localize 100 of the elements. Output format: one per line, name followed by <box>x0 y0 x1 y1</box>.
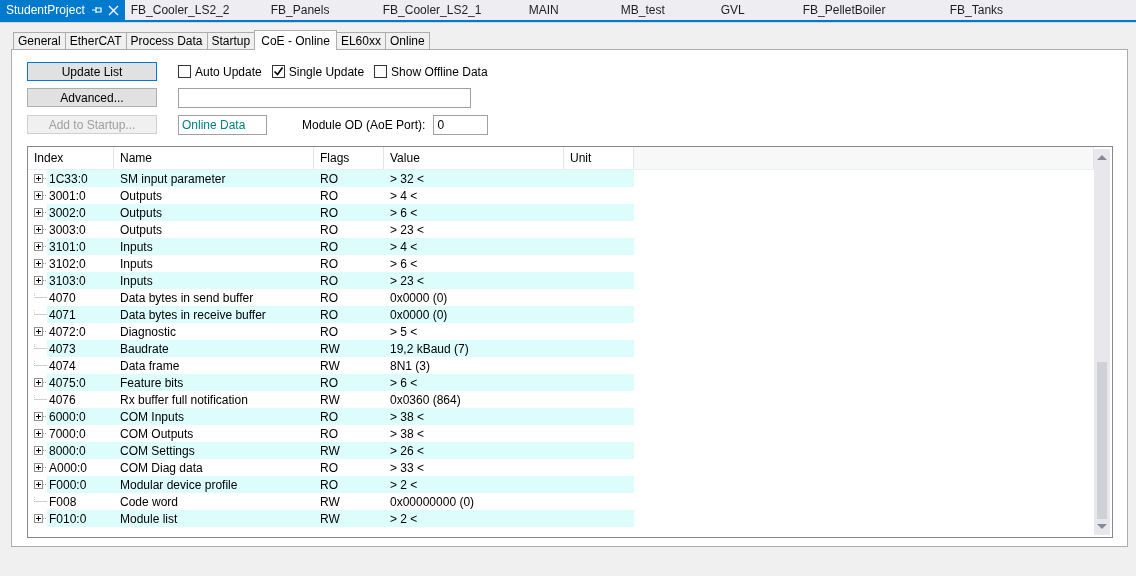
table-cell-text: 4071 <box>48 306 77 323</box>
table-cell-text: RO <box>319 409 339 424</box>
pin-icon[interactable] <box>90 5 102 15</box>
scroll-down-icon[interactable] <box>1096 523 1108 530</box>
expand-icon[interactable] <box>34 242 47 251</box>
scrollbar[interactable] <box>1094 149 1110 535</box>
table-cell-text: 3002:0 <box>48 204 87 221</box>
table-cell-text: F008 <box>48 493 78 510</box>
table-cell-text: Module list <box>119 511 179 526</box>
table-cell-text: RO <box>319 290 339 305</box>
table-cell-text: Inputs <box>119 273 154 288</box>
document-tab[interactable]: FB_Panels <box>264 0 377 20</box>
checkbox[interactable] <box>271 65 285 78</box>
document-tab[interactable]: FB_PelletBoiler <box>796 0 944 20</box>
expand-icon[interactable] <box>34 327 47 336</box>
tab[interactable]: Startup <box>206 32 256 49</box>
table-cell-text: 3001:0 <box>48 187 87 204</box>
expand-icon[interactable] <box>34 259 47 268</box>
expand-icon[interactable] <box>34 225 47 234</box>
table-cell-text: 4073 <box>48 340 77 357</box>
table-cell-text: > 32 < <box>389 171 426 186</box>
table-cell-text: COM Outputs <box>119 426 195 441</box>
table-cell-text: RW <box>319 358 341 373</box>
table-cell-text: > 38 < <box>389 409 426 424</box>
table-cell-text: 4074 <box>48 357 77 374</box>
expand-icon[interactable] <box>34 429 47 438</box>
table-cell-text: 0x0360 (864) <box>389 392 462 407</box>
button[interactable]: Update List <box>27 62 157 81</box>
table-cell-text: Inputs <box>119 239 154 254</box>
expand-icon[interactable] <box>34 174 47 183</box>
table-cell-text: 8N1 (3) <box>389 358 431 373</box>
table-cell-text: RO <box>319 239 339 254</box>
document-tab[interactable]: FB_Tanks <box>943 0 1036 20</box>
button[interactable]: Advanced... <box>27 88 157 107</box>
checkbox[interactable] <box>374 65 388 78</box>
close-icon[interactable] <box>107 4 119 16</box>
checkbox-label: Show Offline Data <box>391 64 488 79</box>
table-cell-text: > 6 < <box>389 375 419 390</box>
table-cell-text: > 2 < <box>389 511 419 526</box>
table-cell-text: COM Inputs <box>119 409 186 424</box>
checkbox[interactable] <box>178 65 191 78</box>
expand-icon[interactable] <box>34 514 47 523</box>
expand-icon[interactable] <box>34 480 47 489</box>
scroll-up-icon[interactable] <box>1096 154 1108 161</box>
table-cell-text: > 4 < <box>389 188 419 203</box>
module-od-field[interactable]: 0 <box>433 115 489 135</box>
table-cell-text: > 23 < <box>389 273 426 288</box>
table-cell-text: Feature bits <box>119 375 185 390</box>
expand-icon[interactable] <box>34 378 47 387</box>
document-tab[interactable]: GVL <box>714 0 797 20</box>
table-cell-text: Data bytes in receive buffer <box>119 307 267 322</box>
document-tab[interactable]: FB_Cooler_LS2_2 <box>124 0 265 20</box>
tab[interactable]: CoE - Online <box>254 30 337 50</box>
table-cell-text: > 4 < <box>389 239 419 254</box>
table-cell-text: 3101:0 <box>48 238 87 255</box>
table-cell-text: RW <box>319 443 341 458</box>
expand-icon[interactable] <box>34 412 47 421</box>
expand-icon[interactable] <box>34 463 47 472</box>
table-cell-text: RO <box>319 222 339 237</box>
expand-icon[interactable] <box>34 276 47 285</box>
table-cell-text: 1C33:0 <box>48 170 89 187</box>
table-cell-text: COM Settings <box>119 443 196 458</box>
document-tab[interactable]: MB_test <box>614 0 715 20</box>
table-cell-text: 7000:0 <box>48 425 87 442</box>
table-cell-text: 8000:0 <box>48 442 87 459</box>
table-cell-text: Outputs <box>119 222 164 237</box>
tab[interactable]: Online <box>384 32 430 49</box>
table-cell-text: F000:0 <box>48 476 88 493</box>
table-cell-text: COM Diag data <box>119 460 204 475</box>
table-cell-text: 0x0000 (0) <box>389 307 449 322</box>
expand-icon[interactable] <box>34 191 47 200</box>
table-cell-text: 4076 <box>48 391 77 408</box>
expand-icon[interactable] <box>34 208 47 217</box>
document-tab[interactable]: FB_Cooler_LS2_1 <box>376 0 523 20</box>
table-cell-text: RW <box>319 494 341 509</box>
expand-icon[interactable] <box>34 446 47 455</box>
document-tab[interactable]: StudentProject <box>0 0 125 20</box>
checkbox-label: Single Update <box>288 64 365 79</box>
table-cell-text: RO <box>319 256 339 271</box>
tab[interactable]: General <box>13 32 66 49</box>
table-cell-text: 0x00000000 (0) <box>389 494 476 509</box>
table-cell-text: RW <box>319 392 341 407</box>
table-cell-text: Baudrate <box>119 341 170 356</box>
table-cell-text: Outputs <box>119 188 164 203</box>
table-cell-text: Modular device profile <box>119 477 239 492</box>
table-cell-text: 4075:0 <box>48 374 87 391</box>
document-tab[interactable]: MAIN <box>522 0 615 20</box>
table-cell-text: Code word <box>119 494 180 509</box>
table-cell-text: > 38 < <box>389 426 426 441</box>
table-cell-text: 19,2 kBaud (7) <box>389 341 470 356</box>
table-cell-text: A000:0 <box>48 459 89 476</box>
scrollbar-thumb[interactable] <box>1097 362 1107 519</box>
table-cell-text: F010:0 <box>48 510 88 527</box>
table-cell-text: > 23 < <box>389 222 426 237</box>
table-cell-text: > 5 < <box>389 324 419 339</box>
table-cell-text: RO <box>319 188 339 203</box>
table-cell-text: > 6 < <box>389 205 419 220</box>
text-field[interactable] <box>178 88 471 108</box>
table-cell-text: Data bytes in send buffer <box>119 290 255 305</box>
table-cell-text: RO <box>319 477 339 492</box>
